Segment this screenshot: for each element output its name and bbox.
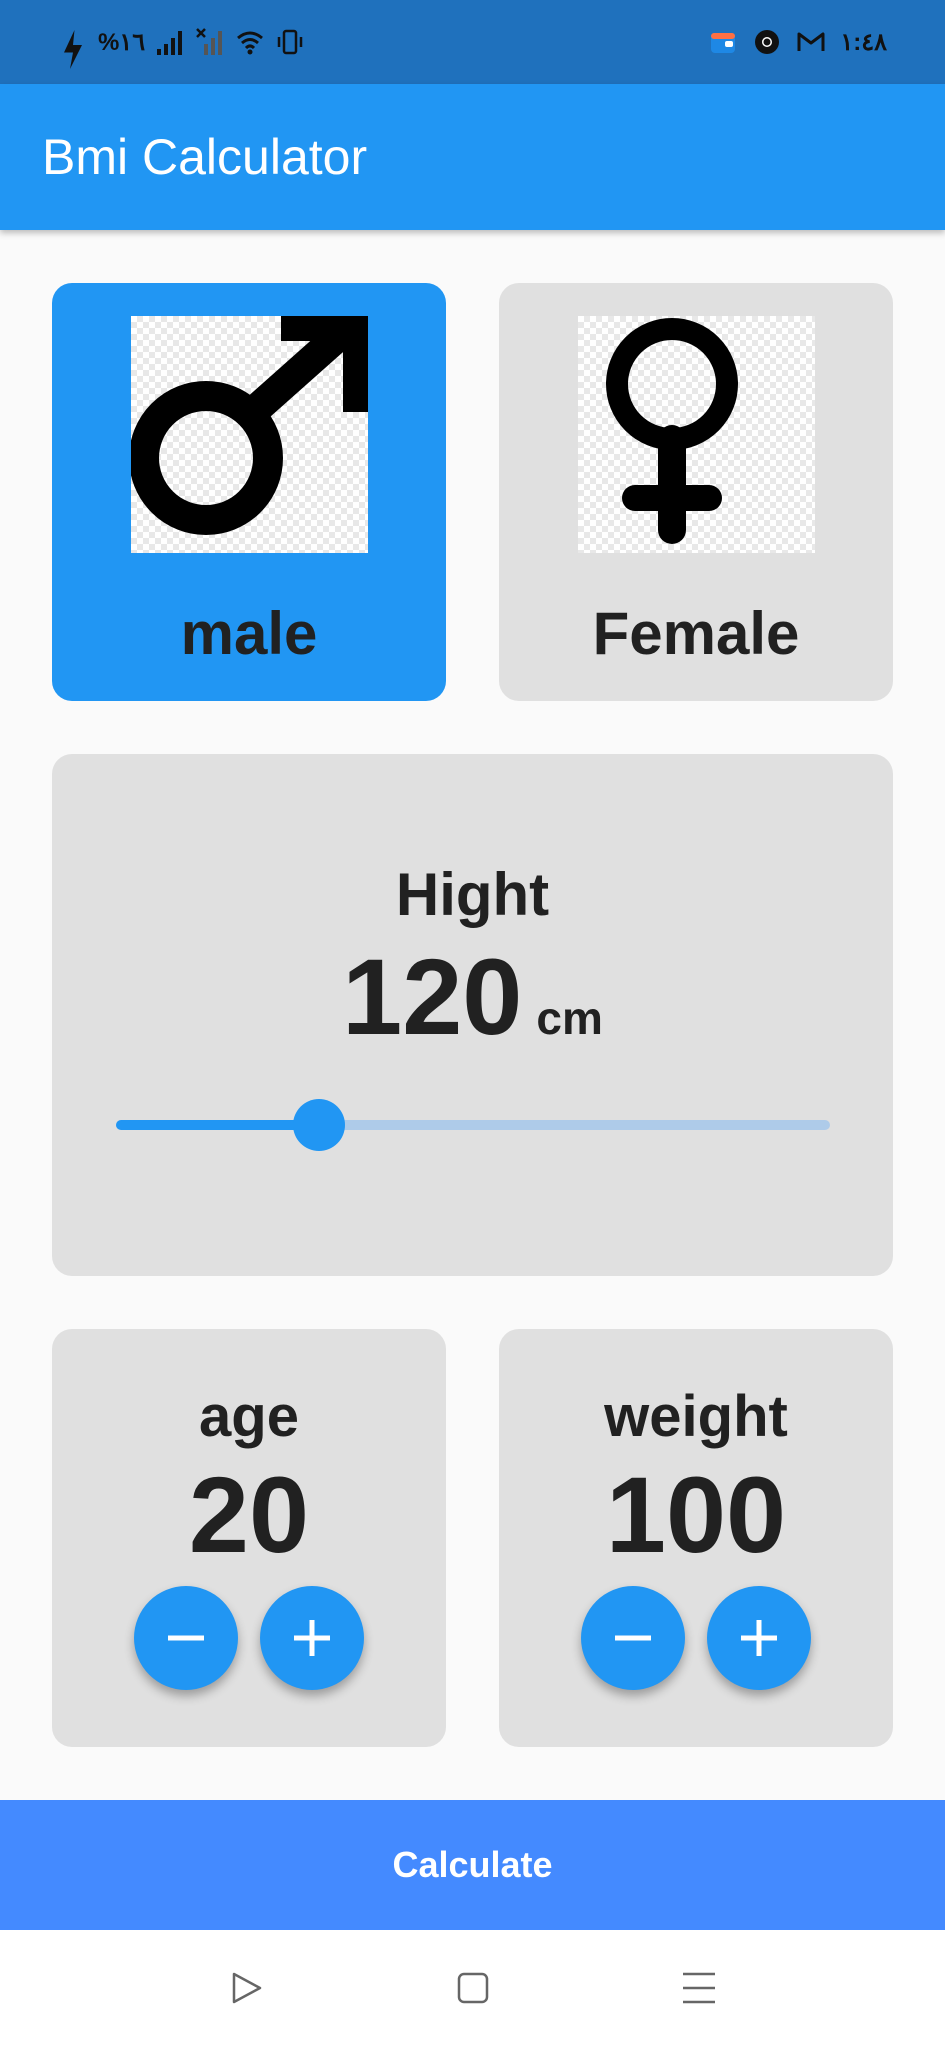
- male-card[interactable]: male: [52, 283, 446, 701]
- home-square-icon[interactable]: [453, 1968, 493, 2008]
- age-decrement-button[interactable]: [134, 1586, 238, 1690]
- weight-label: weight: [604, 1384, 788, 1449]
- age-value: 20: [188, 1454, 310, 1575]
- age-buttons: [52, 1586, 446, 1690]
- app-title: Bmi Calculator: [42, 129, 368, 185]
- male-symbol-icon: [131, 316, 368, 553]
- plus-icon: [741, 1620, 777, 1656]
- system-nav-bar: [0, 1930, 945, 2048]
- slider-active-track[interactable]: [116, 1120, 320, 1130]
- weight-buttons: [499, 1586, 893, 1690]
- minus-icon: [168, 1635, 204, 1641]
- status-time: ١:٤٨: [840, 28, 887, 56]
- calculate-button[interactable]: Calculate: [0, 1800, 945, 1930]
- age-label: age: [199, 1384, 299, 1449]
- age-increment-button[interactable]: [260, 1586, 364, 1690]
- height-slider[interactable]: [116, 1099, 830, 1151]
- signal-icon: [155, 27, 185, 57]
- height-value: 120: [342, 936, 523, 1057]
- minus-icon: [615, 1635, 651, 1641]
- weight-decrement-button[interactable]: [581, 1586, 685, 1690]
- status-right: ١:٤٨: [708, 26, 887, 58]
- back-triangle-icon[interactable]: [226, 1968, 266, 2008]
- chrome-icon: [752, 27, 782, 57]
- wallet-app-icon: [708, 27, 738, 57]
- wifi-icon: [235, 27, 265, 57]
- female-card[interactable]: Female: [499, 283, 893, 701]
- gmail-icon: [796, 27, 826, 57]
- slider-thumb[interactable]: [293, 1099, 346, 1151]
- status-left: %١٦: [58, 26, 305, 69]
- calculate-label: Calculate: [392, 1844, 553, 1885]
- menu-lines-icon[interactable]: [679, 1968, 719, 2008]
- weight-increment-button[interactable]: [707, 1586, 811, 1690]
- plus-icon: [294, 1620, 330, 1656]
- vibrate-icon: [275, 27, 305, 57]
- app-bar: Bmi Calculator: [0, 84, 945, 230]
- height-unit: cm: [536, 992, 603, 1044]
- height-value-row: 120 cm: [52, 934, 893, 1059]
- female-symbol-icon: [578, 316, 815, 553]
- charging-icon: [58, 27, 88, 69]
- weight-card: weight 100: [499, 1329, 893, 1747]
- height-card: Hight 120 cm: [52, 754, 893, 1276]
- age-card: age 20: [52, 1329, 446, 1747]
- signal-off-icon: [195, 27, 225, 57]
- height-title: Hight: [395, 861, 550, 928]
- status-bar: %١٦ ١:٤٨: [0, 0, 945, 84]
- female-label: Female: [592, 600, 800, 667]
- male-label: male: [180, 600, 318, 667]
- battery-percentage: %١٦: [98, 28, 146, 56]
- weight-value: 100: [605, 1454, 787, 1575]
